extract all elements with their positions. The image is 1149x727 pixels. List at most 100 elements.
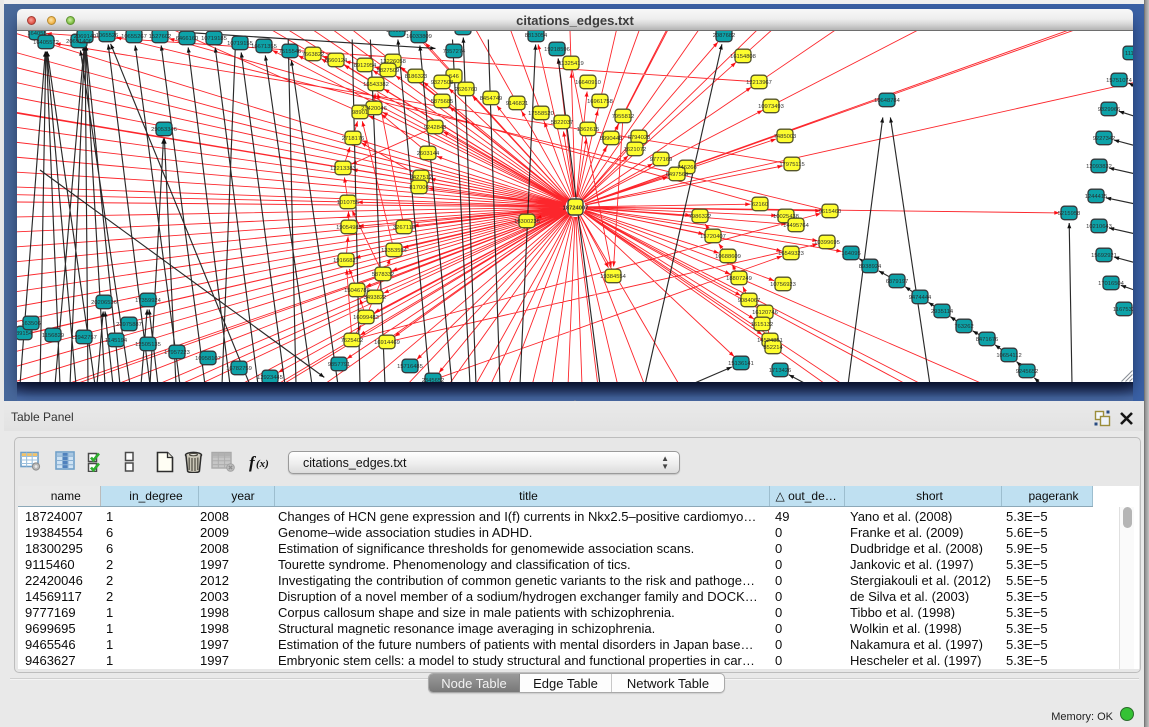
svg-text:16671355: 16671355 xyxy=(251,44,277,50)
svg-text:817006: 817006 xyxy=(409,185,428,191)
svg-text:6794028: 6794028 xyxy=(628,135,651,141)
svg-text:9245652: 9245652 xyxy=(1016,369,1039,375)
svg-text:9146821: 9146821 xyxy=(506,101,529,107)
svg-text:2626760: 2626760 xyxy=(455,87,478,93)
svg-text:1156829: 1156829 xyxy=(42,333,64,339)
svg-text:15716485: 15716485 xyxy=(397,364,423,370)
svg-text:15046786: 15046786 xyxy=(344,288,370,294)
svg-text:1117: 1117 xyxy=(1125,51,1133,57)
svg-text:16033809: 16033809 xyxy=(406,34,432,40)
svg-text:23975887: 23975887 xyxy=(116,322,142,328)
svg-text:1145194: 1145194 xyxy=(105,338,128,344)
svg-text:881305: 881305 xyxy=(453,31,472,32)
svg-text:17359924: 17359924 xyxy=(135,298,162,304)
svg-text:2935114: 2935114 xyxy=(931,309,954,315)
svg-text:2345652: 2345652 xyxy=(422,378,445,382)
svg-text:2087682: 2087682 xyxy=(713,33,736,39)
svg-text:9474444: 9474444 xyxy=(909,295,932,301)
svg-text:7955812: 7955812 xyxy=(612,114,635,120)
svg-text:10025438: 10025438 xyxy=(773,214,799,220)
svg-text:5878332: 5878332 xyxy=(372,272,395,278)
svg-text:16914469: 16914469 xyxy=(374,340,400,346)
svg-text:9084067: 9084067 xyxy=(738,298,761,304)
svg-text:2603144: 2603144 xyxy=(417,151,440,157)
svg-text:20206536: 20206536 xyxy=(91,300,117,306)
svg-text:15751074: 15751074 xyxy=(1106,78,1133,84)
svg-text:17558520: 17558520 xyxy=(528,111,554,117)
svg-text:10654112: 10654112 xyxy=(996,353,1021,359)
svg-text:763262: 763262 xyxy=(954,324,973,330)
svg-text:10719185: 10719185 xyxy=(201,36,227,42)
svg-text:(x): (x) xyxy=(256,458,269,470)
svg-text:18300235: 18300235 xyxy=(514,219,540,225)
svg-text:9327508: 9327508 xyxy=(431,80,454,86)
svg-text:1615132: 1615132 xyxy=(751,322,774,328)
svg-text:12093832: 12093832 xyxy=(1086,164,1112,170)
svg-text:1603380: 1603380 xyxy=(386,31,409,34)
svg-text:16782759: 16782759 xyxy=(226,366,252,372)
svg-text:10399695: 10399695 xyxy=(814,240,840,246)
svg-text:1621072: 1621072 xyxy=(624,147,647,153)
svg-text:17016504: 17016504 xyxy=(1098,281,1125,287)
svg-text:8454749: 8454749 xyxy=(480,96,503,102)
svg-text:12213967: 12213967 xyxy=(746,80,772,86)
svg-text:3493822: 3493822 xyxy=(364,295,387,301)
svg-text:13353594: 13353594 xyxy=(381,248,408,254)
svg-text:19166827: 19166827 xyxy=(333,258,359,264)
svg-text:164055: 164055 xyxy=(27,31,46,37)
svg-text:164095: 164095 xyxy=(841,251,860,257)
svg-text:12505135: 12505135 xyxy=(135,342,161,348)
svg-text:16099483: 16099483 xyxy=(353,315,379,321)
svg-text:9827509: 9827509 xyxy=(377,68,400,74)
svg-text:852214: 852214 xyxy=(763,345,783,351)
svg-text:13226058: 13226058 xyxy=(380,59,406,65)
svg-text:8660124: 8660124 xyxy=(325,58,348,64)
svg-text:15136141: 15136141 xyxy=(728,361,754,367)
svg-text:15692921: 15692921 xyxy=(1091,253,1117,259)
svg-text:10756923: 10756923 xyxy=(770,282,796,288)
svg-text:18724007: 18724007 xyxy=(563,206,589,212)
svg-text:62160: 62160 xyxy=(752,202,768,208)
svg-text:10958107: 10958107 xyxy=(195,356,221,362)
svg-text:9615460: 9615460 xyxy=(819,209,842,215)
svg-text:7663822: 7663822 xyxy=(302,52,325,58)
svg-text:19384554: 19384554 xyxy=(600,274,627,280)
svg-text:1362615: 1362615 xyxy=(577,127,600,133)
svg-text:7485003: 7485003 xyxy=(774,134,797,140)
svg-text:9227342: 9227342 xyxy=(1093,136,1116,142)
svg-text:7357274: 7357274 xyxy=(443,49,466,55)
svg-text:746266: 746266 xyxy=(677,165,696,171)
svg-text:9777169: 9777169 xyxy=(650,157,673,163)
svg-text:19218596: 19218596 xyxy=(544,47,570,53)
svg-text:1065526: 1065526 xyxy=(96,33,119,39)
svg-text:8990448: 8990448 xyxy=(600,136,623,142)
svg-text:8427512: 8427512 xyxy=(410,175,433,181)
svg-text:12942757: 12942757 xyxy=(71,335,97,341)
svg-text:17957223: 17957223 xyxy=(164,350,190,356)
svg-text:10973493: 10973493 xyxy=(758,104,784,110)
svg-text:2069140: 2069140 xyxy=(74,34,97,40)
svg-text:16405572: 16405572 xyxy=(33,40,59,46)
svg-text:1527602: 1527602 xyxy=(149,34,172,40)
svg-text:8186323: 8186323 xyxy=(405,74,428,80)
svg-text:9242843: 9242843 xyxy=(424,125,447,131)
svg-text:1244415: 1244415 xyxy=(1085,194,1108,200)
svg-text:12923445: 12923445 xyxy=(257,375,283,381)
svg-text:5875685: 5875685 xyxy=(431,99,454,105)
svg-text:18807249: 18807249 xyxy=(726,276,752,282)
svg-text:7986322: 7986322 xyxy=(689,214,712,220)
svg-text:16543382: 16543382 xyxy=(363,82,389,88)
svg-text:9857791: 9857791 xyxy=(328,362,351,368)
svg-text:17975115: 17975115 xyxy=(779,162,804,168)
svg-text:6879197: 6879197 xyxy=(886,279,909,285)
svg-text:10648784: 10648784 xyxy=(874,98,901,104)
svg-text:14495764: 14495764 xyxy=(783,223,810,229)
svg-text:19054985: 19054985 xyxy=(336,225,362,231)
svg-text:8912954: 8912954 xyxy=(354,63,377,69)
svg-text:2718176: 2718176 xyxy=(342,136,365,142)
svg-text:14524851: 14524851 xyxy=(757,338,783,344)
svg-text:10719155: 10719155 xyxy=(227,41,253,47)
svg-text:8471676: 8471676 xyxy=(976,337,999,343)
svg-text:163506: 163506 xyxy=(21,321,40,327)
svg-text:16154808: 16154808 xyxy=(730,54,756,60)
